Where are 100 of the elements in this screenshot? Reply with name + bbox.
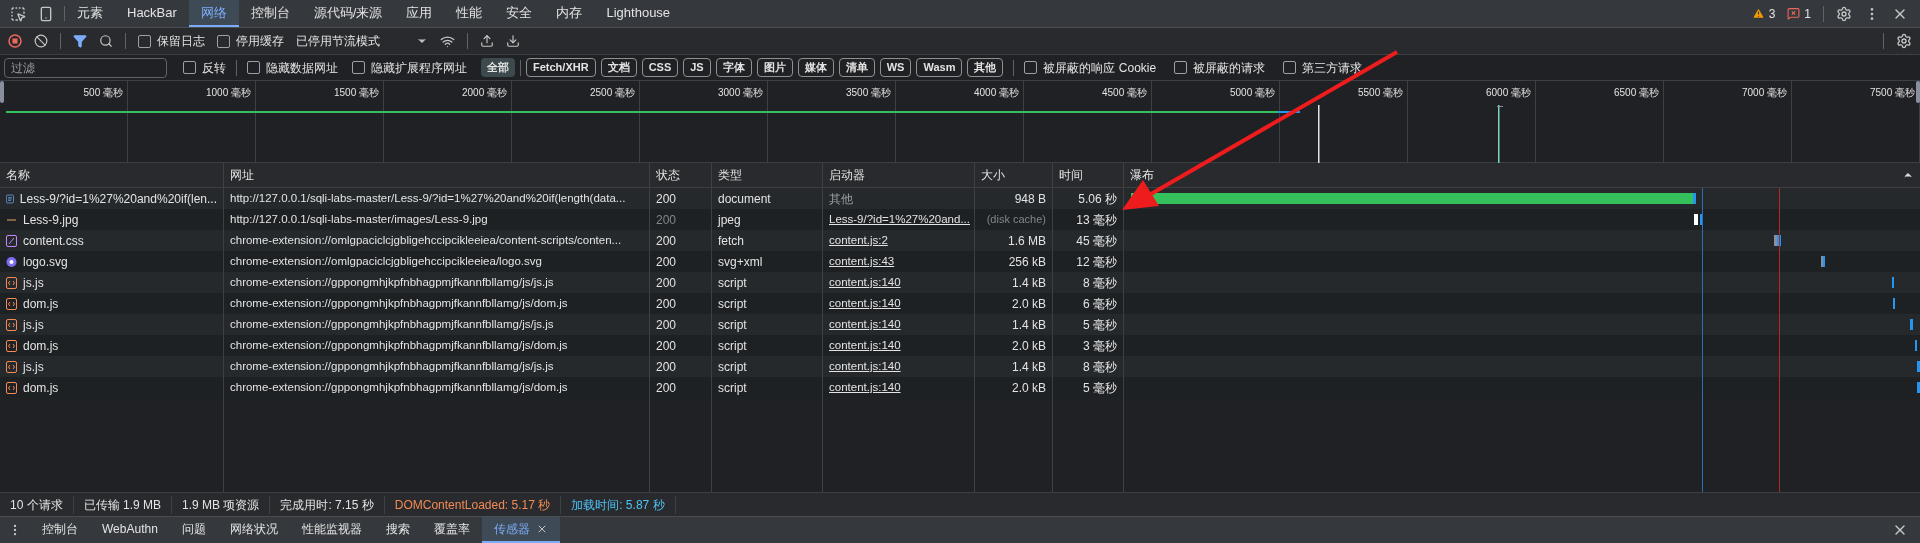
time-tick: 6000 毫秒 [1485,86,1531,100]
column-header[interactable]: 瀑布 [1130,166,1154,184]
table-cell-text: 200 [656,358,677,376]
type-filter[interactable]: CSS [641,58,679,77]
checkbox[interactable] [217,34,230,48]
type-filter[interactable]: 字体 [715,58,752,77]
initiator-link[interactable]: content.js:2 [829,231,888,250]
table-cell-text: chrome-extension://omlgpaciclcjgbligehccipcikleeiea/content-scripts/conten... [230,232,622,248]
panel-tab[interactable]: 安全 [494,0,545,27]
initiator-link[interactable]: content.js:140 [829,336,901,355]
column-header[interactable]: 状态 [656,166,680,184]
table-cell-text: 5 毫秒 [1083,316,1117,334]
table-cell-text: 2.0 kB [1011,295,1046,313]
initiator-link[interactable]: content.js:140 [829,378,901,397]
column-header[interactable]: 网址 [230,166,254,184]
checkbox[interactable] [1174,61,1188,74]
type-filter[interactable]: 全部 [481,58,515,77]
checkbox[interactable] [352,61,365,74]
table-cell-text: chrome-extension://omlgpaciclcjgbligehccipcikleeiea/logo.svg [230,253,542,269]
table-cell-text: 200 [656,211,677,229]
column-header[interactable]: 大小 [981,166,1005,184]
checkbox[interactable] [247,61,260,74]
request-row[interactable]: js.js chrome-extension://gppongmhjkpfnbhagpmjfkannfbllamg/js/js.js 200 script content.js:140 1.4 kB 5 毫秒 [0,314,1920,335]
checkbox-label: 保留日志 [157,33,205,50]
drawer-tab[interactable]: 性能监视器 [289,517,374,543]
panel-tab[interactable]: 性能 [444,0,495,27]
throttle-dropdown[interactable]: 已停用节流模式 [296,32,428,50]
download-icon[interactable] [506,34,520,48]
table-cell-text: 200 [656,316,677,334]
upload-icon[interactable] [480,34,494,48]
checkbox[interactable] [1283,61,1297,74]
request-row[interactable]: content.css chrome-extension://omlgpaciclcjgbligehccipcikleeiea/content-scripts/conten... 200 fetch content.js:2 1.6 MB 45 毫秒 [0,230,1920,251]
checkbox[interactable] [1024,61,1038,74]
initiator-link[interactable]: Less-9/?id=1%27%20and... [829,210,970,229]
type-filter[interactable]: JS [683,58,711,77]
panel-tab[interactable]: 源代码/来源 [301,0,395,27]
checkbox[interactable] [183,61,196,74]
drawer-tab[interactable]: 控制台 [30,517,90,543]
type-filter[interactable]: 图片 [756,58,793,77]
request-row[interactable]: Less-9/?id=1%27%20and%20if(len... http://127.0.0.1/sqli-labs-master/Less-9/?id=1%27%20and%20if(length(data... 200 document 其他 948 B 5.06 秒 [0,188,1920,209]
type-filter[interactable]: Fetch/XHR [526,58,596,77]
filter-icon[interactable] [73,34,87,48]
request-row[interactable]: js.js chrome-extension://gppongmhjkpfnbhagpmjfkannfbllamg/js/js.js 200 script content.js:140 1.4 kB 8 毫秒 [0,272,1920,293]
initiator-link[interactable]: content.js:140 [829,273,901,292]
device-icon[interactable] [38,5,54,22]
drawer-tab[interactable]: 问题 [169,517,218,543]
checkbox[interactable] [138,34,151,48]
settings-icon[interactable] [1896,33,1912,49]
status-text: 完成用时: 7.15 秒 [270,495,385,514]
drawer-tab[interactable]: 网络状况 [217,517,290,543]
clear-icon[interactable] [34,34,48,48]
table-cell-text: 1.6 MB [1008,232,1046,250]
settings-icon[interactable] [1836,5,1852,22]
drawer-tab[interactable]: 搜索 [373,517,422,543]
checkbox-label: 被屏蔽的请求 [1193,59,1266,77]
status-text: 加载时间: 5.87 秒 [561,495,676,514]
panel-tab[interactable]: HackBar [115,0,189,27]
panel-tab[interactable]: Lighthouse [594,0,683,27]
table-cell-text: script [718,316,747,334]
filter-field[interactable]: 过滤 [4,57,167,78]
type-filter[interactable]: 清单 [838,58,875,77]
range-handle[interactable] [1916,81,1920,103]
type-filter[interactable]: WS [879,58,912,77]
panel-tab[interactable]: 内存 [544,0,595,27]
panel-tab[interactable]: 控制台 [238,0,302,27]
table-cell-text: chrome-extension://gppongmhjkpfnbhagpmjfkannfbllamg/js/js.js [230,274,554,290]
drawer-tab[interactable]: 覆盖率 [421,517,482,543]
drawer-tab[interactable]: 传感器 [481,517,560,543]
initiator-link[interactable]: content.js:140 [829,294,901,313]
panel-tab[interactable]: 应用 [394,0,445,27]
error-count[interactable]: 1 [1804,4,1811,23]
warning-count[interactable]: 3 [1768,4,1776,23]
time-tick: 1000 毫秒 [205,86,251,100]
initiator-link[interactable]: content.js:43 [829,252,895,271]
column-header[interactable]: 启动器 [829,166,865,184]
table-cell-text: script [718,295,747,313]
search-icon[interactable] [99,34,113,48]
panel-tab[interactable]: 网络 [188,0,239,27]
range-handle[interactable] [0,81,4,103]
network-conditions-icon[interactable] [440,33,455,49]
inspect-icon[interactable] [10,5,26,22]
table-cell-text: dom.js [23,379,59,397]
column-header[interactable]: 名称 [6,166,30,184]
type-filter[interactable]: Wasm [916,58,963,77]
initiator-link[interactable]: content.js:140 [829,315,901,334]
column-header[interactable]: 时间 [1059,166,1083,184]
panel-tab[interactable]: 元素 [65,0,115,27]
table-cell-text: 200 [656,274,677,292]
table-cell-text: 13 毫秒 [1076,211,1117,229]
table-cell-text: chrome-extension://gppongmhjkpfnbhagpmjfkannfbllamg/js/dom.js [230,379,568,395]
record-icon[interactable] [8,34,22,48]
drawer-tab[interactable]: WebAuthn [90,517,170,543]
type-filter[interactable]: 媒体 [797,58,834,77]
table-cell-text: 200 [656,190,677,208]
initiator-link[interactable]: content.js:140 [829,357,901,376]
stylesheet-icon [6,234,17,247]
type-filter[interactable]: 其他 [967,58,1004,77]
column-header[interactable]: 类型 [718,166,742,184]
type-filter[interactable]: 文档 [600,58,637,77]
request-row[interactable]: js.js chrome-extension://gppongmhjkpfnbhagpmjfkannfbllamg/js/js.js 200 script content.js:140 1.4 kB 8 毫秒 [0,356,1920,377]
